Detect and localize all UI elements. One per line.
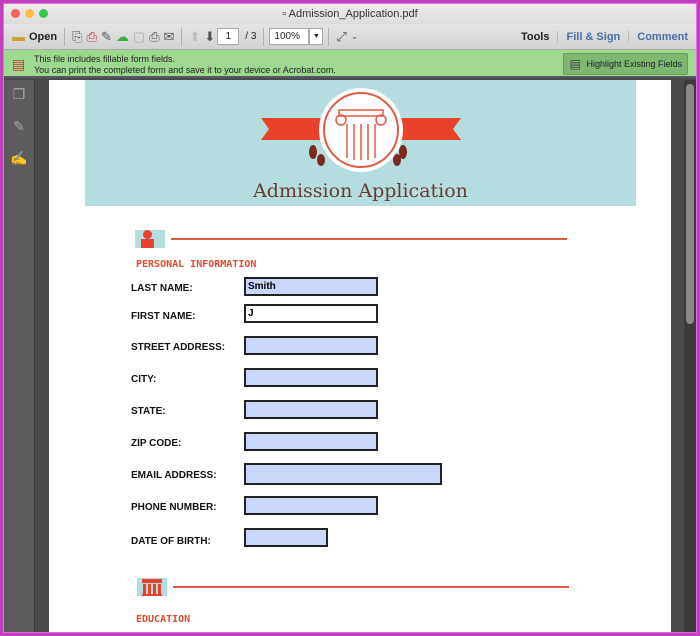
label-street-address: STREET ADDRESS: <box>131 342 226 353</box>
email-icon[interactable]: ✉ <box>164 27 175 47</box>
label-date-of-birth: DATE OF BIRTH: <box>131 536 211 547</box>
section-divider-personal <box>135 230 567 250</box>
section-title-personal: PERSONAL INFORMATION <box>136 259 257 270</box>
section-title-education: EDUCATION <box>136 614 191 625</box>
zip-code-field[interactable] <box>244 432 378 451</box>
upload-cloud-icon[interactable]: ☁ <box>116 27 129 47</box>
toolbar: ▬ Open ⎘ ⎙ ✎ ☁ ▢ ⎙ ✉ ⬆ ⬇ 1 / 3 100% ▼ ⤢ … <box>4 24 696 50</box>
last-name-field[interactable]: Smith <box>244 277 378 296</box>
minimize-button[interactable] <box>25 9 34 18</box>
label-first-name: FIRST NAME: <box>131 311 196 322</box>
fullscreen-icon[interactable]: ⤢ <box>336 27 346 47</box>
export-pdf-icon[interactable]: ⎙ <box>87 27 97 47</box>
document-title: Admission Application <box>253 180 468 202</box>
label-phone: PHONE NUMBER: <box>131 502 217 513</box>
page-number-input[interactable]: 1 <box>217 28 240 45</box>
attachment-icon[interactable]: ✎ <box>4 118 34 144</box>
page-down-icon[interactable]: ⬇ <box>204 27 215 47</box>
divider <box>64 27 66 46</box>
fill-sign-tab[interactable]: Fill & Sign <box>557 31 628 43</box>
pdf-page: Admission Application PERSONAL INFORMATI… <box>49 80 671 632</box>
building-icon <box>137 578 167 596</box>
label-email: EMAIL ADDRESS: <box>131 470 217 481</box>
person-icon <box>135 230 165 248</box>
save-icon[interactable]: ▢ <box>133 27 145 47</box>
notice-line-1: This file includes fillable form fields. <box>34 54 176 64</box>
window-title: Admission_Application.pdf <box>288 8 418 20</box>
vertical-scrollbar[interactable] <box>684 80 696 632</box>
maximize-button[interactable] <box>39 9 48 18</box>
label-last-name: LAST NAME: <box>131 283 193 294</box>
form-notice-bar: ▤ This file includes fillable form field… <box>4 50 696 78</box>
signature-icon[interactable]: ✍ <box>4 150 34 176</box>
window-controls <box>11 9 48 18</box>
close-button[interactable] <box>11 9 20 18</box>
highlight-icon: ▤ <box>569 57 581 71</box>
divider <box>263 27 265 46</box>
print-icon[interactable]: ⎙ <box>149 27 159 47</box>
divider <box>328 27 330 46</box>
zoom-select[interactable]: 100% <box>269 28 310 45</box>
chevron-down-icon[interactable]: ▼ <box>309 28 324 45</box>
section-divider-education <box>137 578 569 598</box>
first-name-field[interactable]: J <box>244 304 378 323</box>
notice-line-2: You can print the completed form and sav… <box>34 65 336 75</box>
street-address-field[interactable] <box>244 336 378 355</box>
folder-icon[interactable]: ▬ <box>12 27 25 47</box>
edit-icon[interactable]: ✎ <box>101 27 112 47</box>
open-button[interactable]: Open <box>29 27 57 47</box>
phone-field[interactable] <box>244 496 378 515</box>
label-zip-code: ZIP CODE: <box>131 438 182 449</box>
pdf-viewer-window: ▫ Admission_Application.pdf ▬ Open ⎘ ⎙ ✎… <box>3 3 697 633</box>
header-banner: Admission Application <box>85 80 636 206</box>
city-field[interactable] <box>244 368 378 387</box>
column-logo-icon <box>261 88 461 172</box>
pages-icon[interactable]: ❐ <box>4 86 34 112</box>
divider-line <box>171 238 567 240</box>
scrollbar-thumb[interactable] <box>686 84 694 324</box>
label-city: CITY: <box>131 374 157 385</box>
divider-line <box>173 586 569 588</box>
email-field[interactable] <box>244 463 442 485</box>
highlight-fields-button[interactable]: ▤ Highlight Existing Fields <box>563 53 688 75</box>
label-state: STATE: <box>131 406 166 417</box>
highlight-fields-label: Highlight Existing Fields <box>586 59 682 69</box>
more-icon[interactable]: ⌄ <box>351 27 359 47</box>
left-sidebar: ❐ ✎ ✍ <box>4 80 35 632</box>
date-of-birth-field[interactable] <box>244 528 328 547</box>
state-field[interactable] <box>244 400 378 419</box>
tools-tab[interactable]: Tools <box>513 31 558 43</box>
comment-tab[interactable]: Comment <box>628 31 696 43</box>
create-pdf-icon[interactable]: ⎘ <box>72 27 82 47</box>
form-icon: ▤ <box>12 56 26 72</box>
page-up-icon[interactable]: ⬆ <box>189 27 200 47</box>
title-bar: ▫ Admission_Application.pdf <box>4 4 696 24</box>
page-total: / 3 <box>245 31 257 42</box>
divider <box>181 27 183 46</box>
